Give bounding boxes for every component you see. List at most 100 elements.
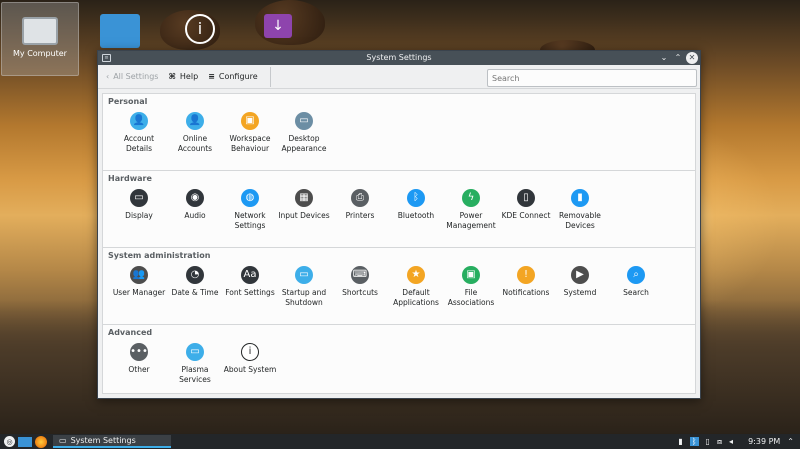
- settings-item-label: Default Applications: [393, 288, 439, 307]
- settings-item-search[interactable]: ⌕ Search: [608, 266, 664, 298]
- settings-item-label: Font Settings: [225, 288, 275, 297]
- settings-item-bluetooth[interactable]: ᛒ Bluetooth: [388, 189, 444, 221]
- settings-item-label: Account Details: [123, 134, 155, 153]
- settings-item-label: Online Accounts: [177, 134, 213, 153]
- notifications-icon[interactable]: ▮: [678, 437, 682, 446]
- configure-label: Configure: [218, 72, 258, 81]
- network-settings-icon: ◍: [241, 189, 259, 207]
- settings-item-default-applications[interactable]: ★ Default Applications: [388, 266, 444, 308]
- settings-item-startup-and-shutdown[interactable]: ▭ Startup and Shutdown: [276, 266, 332, 308]
- section-system-administration: System administration 👥 User Manager ◔ Date …: [103, 248, 695, 325]
- show-desktop-icon[interactable]: ⌃: [787, 437, 794, 446]
- settings-item-label: Shortcuts: [342, 288, 378, 297]
- all-settings-button[interactable]: ‹ All Settings: [106, 72, 158, 81]
- settings-item-about-system[interactable]: i About System: [222, 343, 278, 375]
- desktop-appearance-icon: ▭: [295, 112, 313, 130]
- settings-item-notifications[interactable]: ! Notifications: [498, 266, 554, 298]
- about-system-icon: i: [241, 343, 259, 361]
- settings-item-removable-devices[interactable]: ▮ Removable Devices: [552, 189, 608, 231]
- settings-item-kde-connect[interactable]: ▯ KDE Connect: [498, 189, 554, 221]
- all-settings-label: All Settings: [113, 72, 159, 81]
- volume-icon[interactable]: ◂: [729, 437, 733, 446]
- task-system-settings[interactable]: ▭ System Settings: [53, 435, 171, 448]
- help-label: Help: [179, 72, 199, 81]
- settings-item-label: Systemd: [563, 288, 597, 297]
- online-accounts-icon: 👤: [186, 112, 204, 130]
- workspace-behaviour-icon: ▣: [241, 112, 259, 130]
- desktop-icon-download[interactable]: ↓: [239, 2, 317, 42]
- notifications-icon: !: [517, 266, 535, 284]
- settings-item-account-details[interactable]: 👤 Account Details: [111, 112, 167, 154]
- maximize-button[interactable]: ⌃: [672, 52, 684, 64]
- configure-button[interactable]: ≡ Configure: [208, 72, 257, 81]
- settings-item-input-devices[interactable]: ▦ Input Devices: [276, 189, 332, 221]
- toolbar-separator: [269, 66, 271, 87]
- printers-icon: ⎙: [351, 189, 369, 207]
- minimize-button[interactable]: ⌄: [658, 52, 670, 64]
- settings-item-desktop-appearance[interactable]: ▭ Desktop Appearance: [276, 112, 332, 154]
- settings-item-workspace-behaviour[interactable]: ▣ Workspace Behaviour: [222, 112, 278, 154]
- settings-item-label: Workspace Behaviour: [229, 134, 271, 153]
- display-icon: ▭: [130, 189, 148, 207]
- removable-devices-icon: ▮: [571, 189, 589, 207]
- clipboard-icon[interactable]: ▯: [706, 437, 710, 446]
- settings-item-display[interactable]: ▭ Display: [111, 189, 167, 221]
- window-title: System Settings: [366, 53, 432, 62]
- systemd-icon: ▶: [571, 266, 589, 284]
- section-header: Advanced: [108, 328, 153, 337]
- settings-item-label: Desktop Appearance: [281, 134, 327, 153]
- section-header: System administration: [108, 251, 211, 260]
- computer-icon: [22, 17, 58, 45]
- settings-item-label: Audio: [184, 211, 206, 220]
- settings-item-file-associations[interactable]: ▣ File Associations: [443, 266, 499, 308]
- help-button[interactable]: ⌘ Help: [168, 72, 198, 81]
- settings-item-font-settings[interactable]: Aa Font Settings: [222, 266, 278, 298]
- task-label: System Settings: [70, 436, 136, 445]
- settings-item-date-time[interactable]: ◔ Date & Time: [167, 266, 223, 298]
- app-launcher-icon[interactable]: ◎: [4, 436, 15, 447]
- desktop-icon-my-computer[interactable]: My Computer: [1, 2, 79, 76]
- firefox-icon[interactable]: [35, 435, 47, 448]
- file-associations-icon: ▣: [462, 266, 480, 284]
- section-header: Personal: [108, 97, 148, 106]
- app-menu-icon[interactable]: ≡: [102, 54, 111, 62]
- settings-item-printers[interactable]: ⎙ Printers: [332, 189, 388, 221]
- window-titlebar[interactable]: ≡ System Settings ⌄ ⌃ ✕: [98, 51, 700, 65]
- battery-icon[interactable]: ⧈: [717, 437, 722, 447]
- other-icon: •••: [130, 343, 148, 361]
- audio-icon: ◉: [186, 189, 204, 207]
- bluetooth-icon: ᛒ: [407, 189, 425, 207]
- file-manager-icon[interactable]: [18, 436, 32, 447]
- settings-item-plasma-services[interactable]: ▭ Plasma Services: [167, 343, 223, 385]
- settings-task-icon: ▭: [59, 436, 67, 445]
- section-header: Hardware: [108, 174, 152, 183]
- settings-item-shortcuts[interactable]: ⌨ Shortcuts: [332, 266, 388, 298]
- settings-item-user-manager[interactable]: 👥 User Manager: [111, 266, 167, 298]
- settings-item-systemd[interactable]: ▶ Systemd: [552, 266, 608, 298]
- search-input[interactable]: [487, 69, 697, 87]
- section-advanced: Advanced ••• Other ▭ Plasma Services i About S…: [103, 325, 695, 385]
- close-button[interactable]: ✕: [686, 52, 698, 64]
- desktop-icon-info[interactable]: i: [161, 2, 239, 48]
- settings-item-power-management[interactable]: ϟ Power Management: [443, 189, 499, 231]
- kde-connect-icon: ▯: [517, 189, 535, 207]
- settings-item-label: User Manager: [112, 288, 166, 297]
- desktop-icon-folder[interactable]: [81, 2, 159, 52]
- system-tray: ▮ ᛒ ▯ ⧈ ◂ 9:39 PM ⌃: [678, 437, 794, 447]
- account-details-icon: 👤: [130, 112, 148, 130]
- settings-item-label: Bluetooth: [397, 211, 435, 220]
- help-icon: ⌘: [168, 72, 176, 81]
- input-devices-icon: ▦: [295, 189, 313, 207]
- settings-item-label: Search: [623, 288, 649, 297]
- clock[interactable]: 9:39 PM: [748, 437, 780, 446]
- settings-item-audio[interactable]: ◉ Audio: [167, 189, 223, 221]
- update-icon[interactable]: ᛒ: [689, 437, 699, 446]
- settings-item-label: Date & Time: [171, 288, 219, 297]
- date-time-icon: ◔: [186, 266, 204, 284]
- settings-item-online-accounts[interactable]: 👤 Online Accounts: [167, 112, 223, 154]
- settings-item-label: Network Settings: [234, 211, 266, 230]
- settings-item-other[interactable]: ••• Other: [111, 343, 167, 375]
- settings-item-network-settings[interactable]: ◍ Network Settings: [222, 189, 278, 231]
- settings-item-label: File Associations: [447, 288, 495, 307]
- section-hardware: Hardware ▭ Display ◉ Audio ◍ Network Settings ▦…: [103, 171, 695, 248]
